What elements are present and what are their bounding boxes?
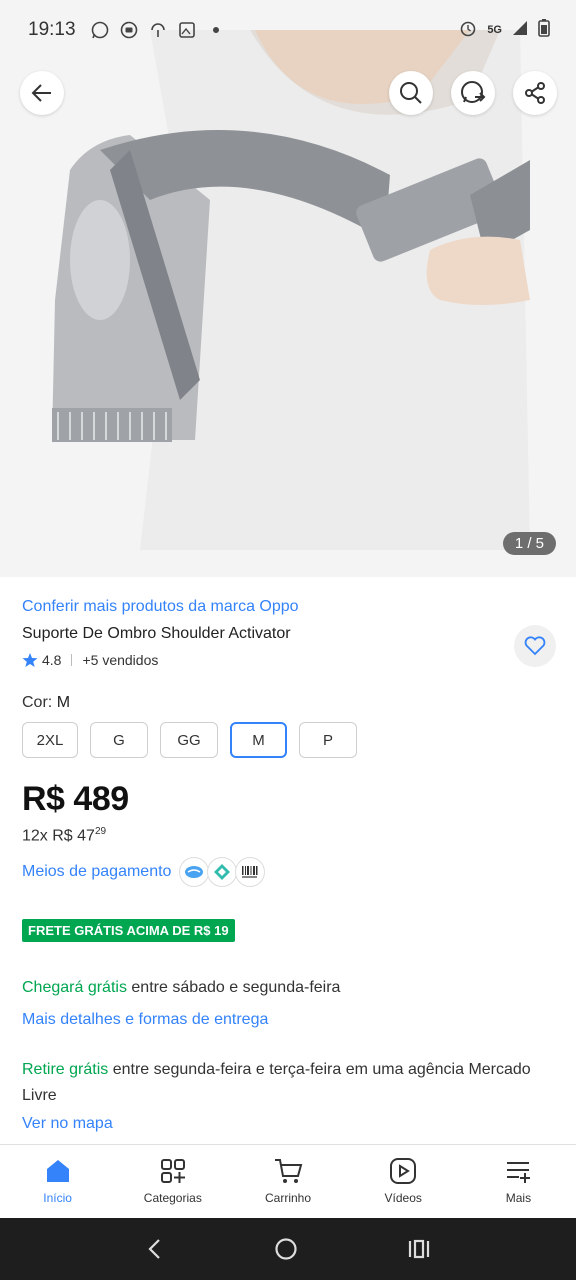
heart-icon	[524, 636, 546, 656]
shipping-details-link[interactable]: Mais detalhes e formas de entrega	[22, 1011, 268, 1029]
nav-item-videos[interactable]: Vídeos	[346, 1145, 461, 1218]
color-label-text: Cor:	[22, 694, 53, 711]
installments-cents: 29	[94, 826, 107, 837]
arrival-dates: entre sábado e segunda-feira	[126, 979, 341, 996]
size-option-m[interactable]: M	[230, 722, 287, 758]
product-price: R$ 489	[22, 780, 129, 818]
size-option-p[interactable]: P	[299, 722, 357, 758]
size-options: 2XL G GG M P	[22, 722, 357, 758]
image-counter: 1 / 5	[502, 532, 556, 555]
nav-label-mais: Mais	[505, 1191, 532, 1205]
rating-row: 4.8 +5 vendidos	[22, 652, 158, 668]
nav-label-videos: Vídeos	[384, 1191, 422, 1205]
more-menu-icon	[507, 1162, 531, 1183]
search-icon	[400, 82, 422, 104]
size-option-gg[interactable]: GG	[160, 722, 218, 758]
home-icon	[46, 1160, 69, 1182]
pix-icon	[207, 857, 238, 887]
status-time: 19:13	[28, 19, 76, 40]
product-title: Suporte De Ombro Shoulder Activator	[22, 625, 291, 642]
product-image-gallery[interactable]: 1 / 5	[0, 0, 576, 577]
categories-icon	[160, 1159, 185, 1183]
nav-label-carrinho: Carrinho	[264, 1191, 312, 1205]
cart-icon	[275, 1159, 303, 1183]
color-value: M	[56, 694, 71, 711]
arrival-info: Chegará grátis entre sábado e segunda-fe…	[22, 979, 340, 997]
search-button[interactable]	[389, 71, 433, 115]
installments: 12x R$ 4729	[22, 826, 106, 845]
payment-methods[interactable]: Meios de pagamento	[22, 857, 266, 887]
payment-methods-link[interactable]: Meios de pagamento	[22, 863, 171, 881]
photo-icon	[177, 20, 197, 40]
pickup-info: Retire grátis entre segunda-feira e terç…	[22, 1057, 552, 1109]
nav-item-carrinho[interactable]: Carrinho	[230, 1145, 345, 1218]
alarm-icon	[459, 19, 477, 42]
mercadopago-icon	[179, 857, 210, 887]
nav-item-inicio[interactable]: Início	[0, 1145, 115, 1218]
hotspot-icon	[148, 20, 168, 40]
nav-item-categorias[interactable]: Categorias	[115, 1145, 230, 1218]
rating-value: 4.8	[42, 652, 62, 668]
color-label: Cor: M	[22, 694, 70, 712]
pickup-free-label: Retire grátis	[22, 1061, 109, 1078]
system-back-icon[interactable]	[145, 1238, 165, 1260]
whatsapp-share-icon	[461, 81, 486, 103]
sold-count: +5 vendidos	[82, 652, 159, 668]
brand-products-link[interactable]: Conferir mais produtos da marca Oppo	[22, 598, 299, 616]
size-option-g[interactable]: G	[90, 722, 148, 758]
system-navigation-bar	[0, 1218, 576, 1280]
size-option-2xl[interactable]: 2XL	[22, 722, 78, 758]
share-button[interactable]	[513, 71, 557, 115]
nav-label-categorias: Categorias	[143, 1191, 202, 1205]
system-recents-icon[interactable]	[407, 1238, 431, 1260]
whatsapp-icon	[90, 20, 110, 40]
divider	[71, 654, 73, 666]
free-shipping-badge: FRETE GRÁTIS ACIMA DE R$ 19	[22, 919, 235, 942]
favorite-button[interactable]	[514, 625, 556, 667]
view-map-link[interactable]: Ver no mapa	[22, 1115, 113, 1133]
boleto-icon	[235, 857, 266, 887]
system-home-icon[interactable]	[274, 1237, 298, 1261]
back-button[interactable]	[20, 71, 64, 115]
bottom-navigation: Início Categorias Carrinho Vídeos Mais	[0, 1144, 576, 1218]
video-icon	[390, 1158, 417, 1184]
share-icon	[525, 82, 545, 104]
dot-icon	[206, 20, 226, 40]
nav-item-mais[interactable]: Mais	[461, 1145, 576, 1218]
star-icon	[22, 653, 38, 667]
arrival-free-label: Chegará grátis	[22, 979, 127, 996]
back-icon	[31, 84, 51, 102]
nav-label-inicio: Início	[43, 1191, 72, 1205]
signal-icon	[512, 20, 528, 41]
battery-icon	[538, 18, 550, 42]
network-type: 5G	[487, 24, 502, 36]
status-bar: 19:13 5G	[0, 0, 576, 60]
whatsapp-share-button[interactable]	[451, 71, 495, 115]
installments-amount: 12x R$ 47	[22, 827, 95, 845]
chat-icon	[119, 20, 139, 40]
